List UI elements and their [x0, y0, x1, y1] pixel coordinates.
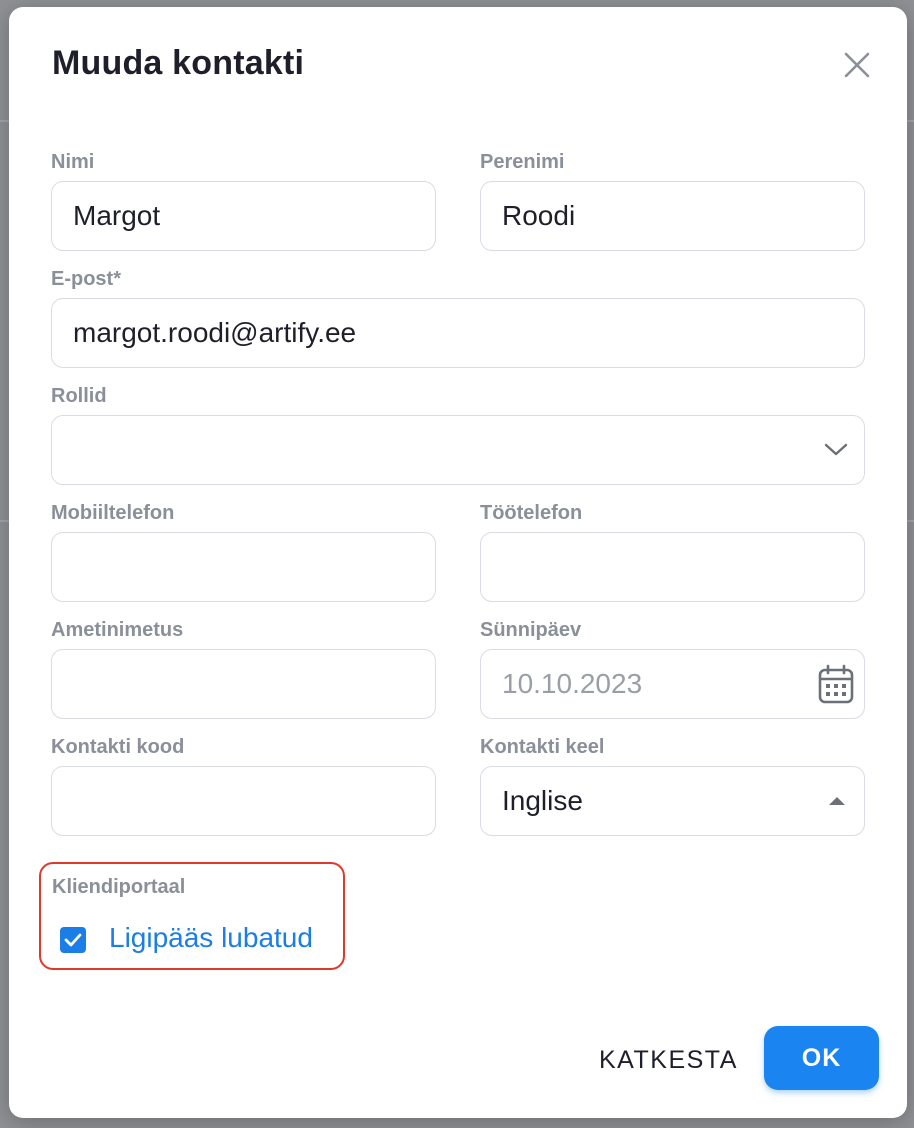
ok-button[interactable]: OK [764, 1026, 879, 1090]
last-name-label: Perenimi [480, 151, 565, 173]
contact-code-field[interactable] [51, 766, 436, 836]
checkmark-icon [64, 933, 82, 947]
contact-language-value: Inglise [502, 785, 583, 816]
contact-language-select[interactable]: Inglise [480, 766, 865, 836]
mobile-phone-label: Mobiiltelefon [51, 502, 175, 524]
caret-up-icon [828, 796, 846, 806]
work-phone-label: Töötelefon [480, 502, 583, 524]
last-name-field[interactable]: Roodi [480, 181, 865, 251]
contact-code-label: Kontakti kood [51, 736, 185, 758]
cancel-button[interactable]: KATKESTA [599, 1040, 738, 1080]
client-portal-checkbox[interactable] [60, 927, 86, 953]
client-portal-access-label[interactable]: Ligipääs lubatud [109, 922, 313, 954]
job-title-field[interactable] [51, 649, 436, 719]
dialog-title: Muuda kontakti [52, 44, 305, 82]
contact-language-label: Kontakti keel [480, 736, 605, 758]
chevron-down-icon [824, 443, 848, 457]
first-name-label: Nimi [51, 151, 95, 173]
job-title-label: Ametinimetus [51, 619, 184, 641]
work-phone-field[interactable] [480, 532, 865, 602]
email-value: margot.roodi@artify.ee [73, 317, 357, 348]
birthday-date-field[interactable]: 10.10.2023 [480, 649, 865, 719]
roles-select[interactable] [51, 415, 865, 485]
edit-contact-dialog: Muuda kontakti Nimi Perenimi Margot Rood… [9, 7, 907, 1118]
mobile-phone-field[interactable] [51, 532, 436, 602]
close-button[interactable] [837, 45, 877, 85]
birthday-label: Sünnipäev [480, 619, 582, 641]
first-name-field[interactable]: Margot [51, 181, 436, 251]
birthday-placeholder: 10.10.2023 [502, 668, 643, 699]
email-field[interactable]: margot.roodi@artify.ee [51, 298, 865, 368]
calendar-icon[interactable] [818, 664, 854, 704]
first-name-value: Margot [73, 200, 161, 231]
client-portal-label: Kliendiportaal [52, 876, 186, 898]
last-name-value: Roodi [502, 200, 576, 231]
close-icon [844, 52, 870, 78]
email-label: E-post* [51, 268, 121, 290]
roles-label: Rollid [51, 385, 107, 407]
